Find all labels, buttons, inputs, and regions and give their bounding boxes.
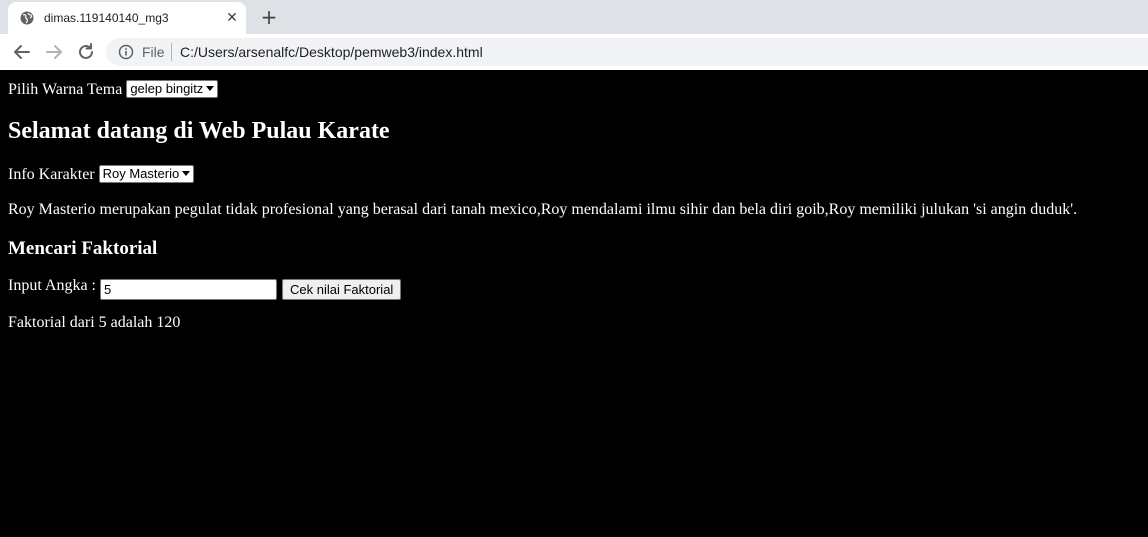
scheme-label: File (142, 44, 165, 60)
theme-row: Pilih Warna Tema gelep bingitz (8, 80, 219, 99)
separator (171, 43, 172, 61)
theme-label: Pilih Warna Tema (8, 81, 123, 98)
tab-strip: dimas.119140140_mg3 ✕ + (0, 0, 1148, 34)
forward-arrow-icon[interactable] (40, 38, 68, 66)
info-icon[interactable] (118, 44, 134, 60)
tab-title: dimas.119140140_mg3 (44, 11, 169, 25)
page-content: Pilih Warna Tema gelep bingitz Selamat d… (0, 70, 1148, 537)
browser-chrome: dimas.119140140_mg3 ✕ + File C:/Users/ar… (0, 0, 1148, 70)
chevron-down-icon (182, 171, 191, 176)
url-text[interactable]: C:/Users/arsenalfc/Desktop/pemweb3/index… (180, 44, 483, 60)
check-factorial-button[interactable]: Cek nilai Faktorial (282, 279, 402, 300)
page-title: Selamat datang di Web Pulau Karate (8, 118, 390, 144)
factorial-row: Input Angka : 5 Cek nilai Faktorial (8, 277, 402, 300)
address-bar[interactable]: File C:/Users/arsenalfc/Desktop/pemweb3/… (106, 38, 1148, 66)
theme-selected-value: gelep bingitz (130, 81, 204, 96)
factorial-result: Faktorial dari 5 adalah 120 (8, 314, 181, 331)
input-label: Input Angka : (8, 277, 96, 294)
close-icon[interactable]: ✕ (224, 10, 240, 26)
reload-icon[interactable] (72, 38, 100, 66)
number-input[interactable]: 5 (100, 279, 277, 300)
chevron-down-icon (206, 86, 215, 91)
plus-icon[interactable]: + (258, 6, 280, 28)
theme-select[interactable]: gelep bingitz (126, 80, 219, 98)
browser-tab[interactable]: dimas.119140140_mg3 ✕ (8, 2, 246, 34)
back-arrow-icon[interactable] (8, 38, 36, 66)
character-row: Info Karakter Roy Masterio (8, 165, 195, 184)
character-selected-value: Roy Masterio (102, 166, 180, 181)
character-description: Roy Masterio merupakan pegulat tidak pro… (8, 201, 1078, 218)
character-select[interactable]: Roy Masterio (98, 165, 195, 183)
globe-icon (20, 11, 34, 25)
factorial-heading: Mencari Faktorial (8, 238, 158, 259)
character-label: Info Karakter (8, 166, 95, 183)
